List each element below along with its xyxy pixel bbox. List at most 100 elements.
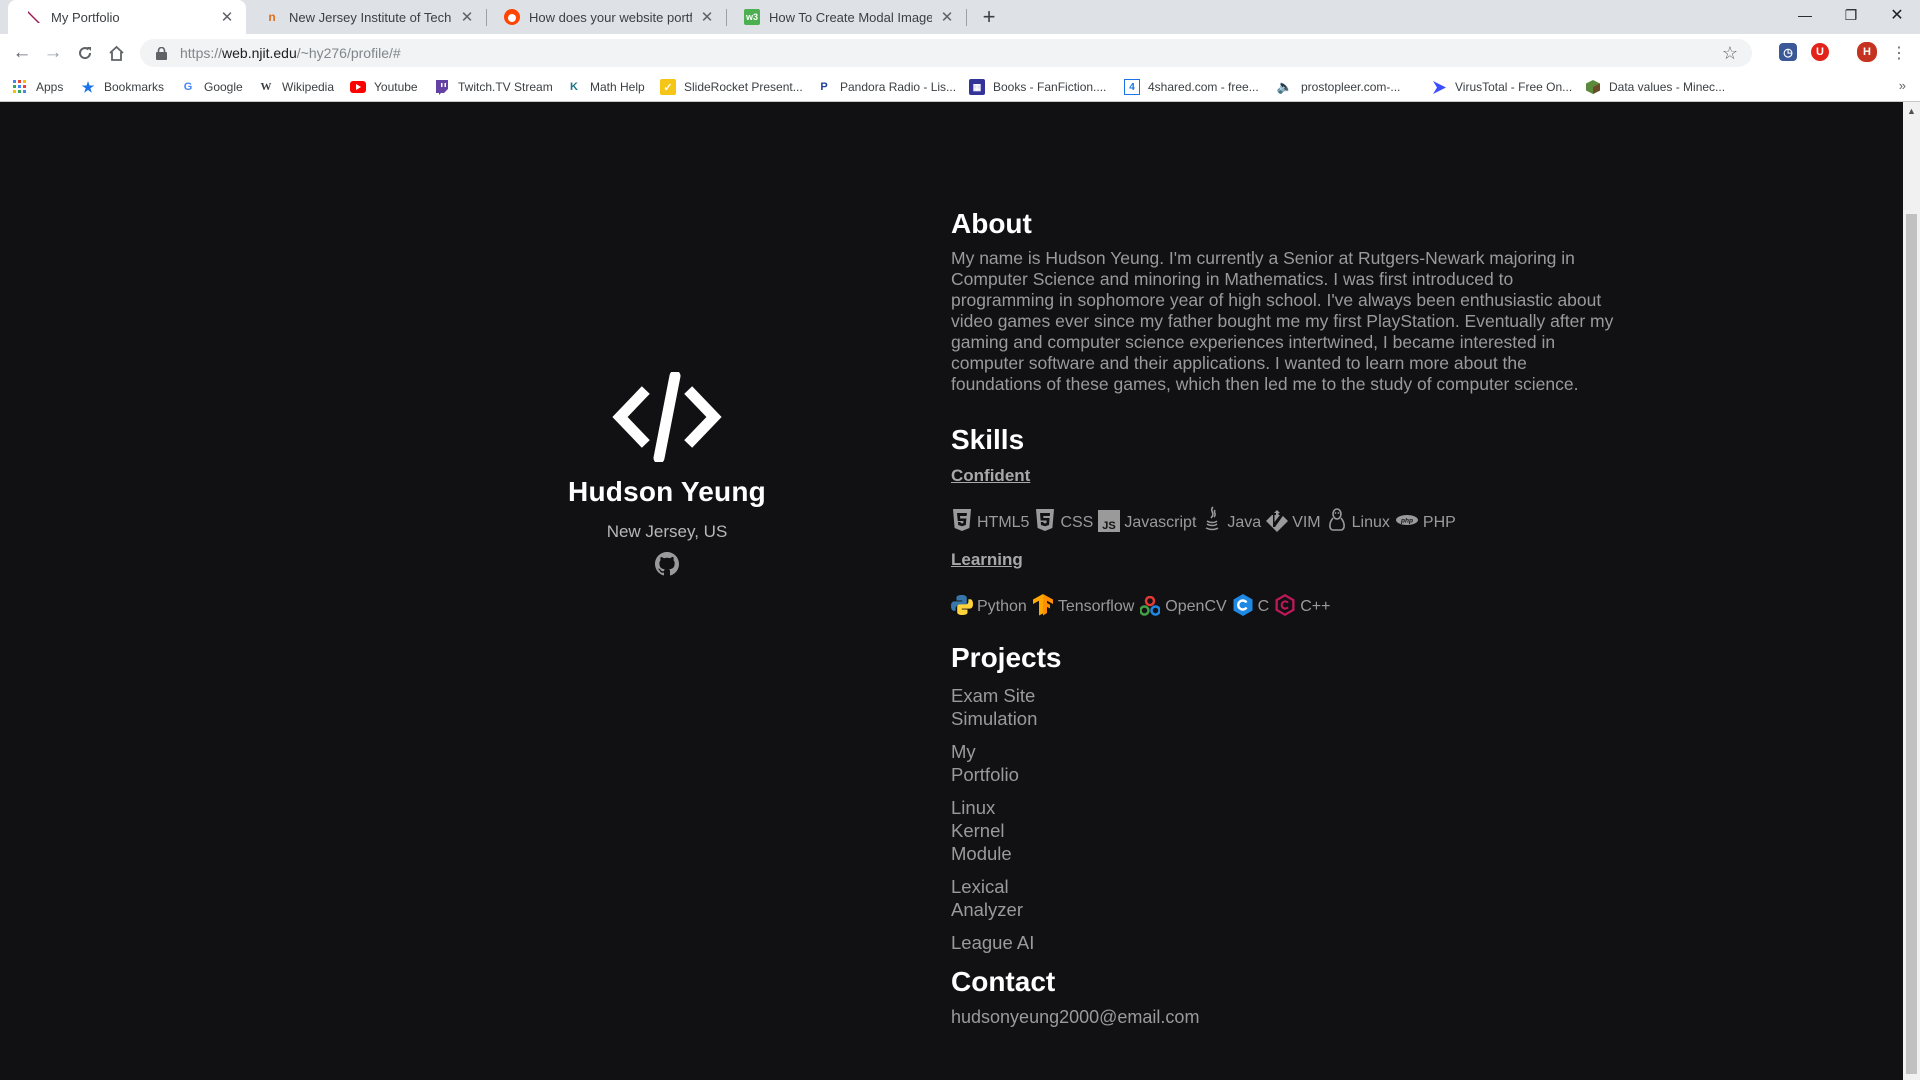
css3-icon (1034, 506, 1056, 532)
tab-reddit[interactable]: How does your website portfolio ✕ (486, 0, 726, 34)
close-icon[interactable]: ✕ (458, 8, 476, 26)
back-button[interactable]: ← (10, 41, 34, 65)
address-bar[interactable]: https://web.njit.edu/~hy276/profile/# ☆ (140, 39, 1752, 67)
skill-label: OpenCV (1165, 598, 1227, 615)
close-icon[interactable]: ✕ (938, 8, 956, 26)
restore-button[interactable]: ❐ (1828, 0, 1874, 30)
contact-email[interactable]: hudsonyeung2000@email.com (951, 1007, 1621, 1028)
bookmark-google[interactable]: G Google (180, 77, 243, 97)
project-link[interactable]: Lexical Analyzer (951, 875, 1031, 921)
bookmark-4shared[interactable]: 4 4shared.com - free... (1124, 77, 1259, 97)
w3schools-icon: w3 (744, 9, 760, 25)
avatar[interactable]: H (1857, 42, 1877, 62)
tab-w3schools[interactable]: w3 How To Create Modal Images ✕ (726, 0, 966, 34)
bookmark-virustotal[interactable]: VirusTotal - Free On... (1431, 77, 1572, 97)
reload-icon (79, 47, 92, 60)
scrollbar-thumb[interactable] (1906, 214, 1917, 1074)
bookmark-label: Math Help (590, 80, 645, 94)
bookmark-prostopleer[interactable]: 🔈 prostopleer.com-... (1277, 77, 1400, 97)
project-link[interactable]: My Portfolio (951, 740, 1019, 786)
menu-kebab-icon[interactable]: ⋮ (1887, 41, 1911, 65)
project-link[interactable]: League AI (951, 931, 1061, 954)
bookmarks-overflow-button[interactable]: » (1899, 78, 1906, 93)
new-tab-button[interactable]: + (977, 4, 1001, 29)
bookmark-label: Youtube (374, 80, 418, 94)
window-close-button[interactable]: ✕ (1874, 0, 1920, 30)
profile-name: Hudson Yeung (568, 476, 766, 507)
browser-toolbar: ← → https://web.njit.edu/~hy276/profile/… (0, 34, 1920, 71)
youtube-icon (350, 79, 366, 95)
profile-card: Hudson Yeung New Jersey, US (482, 370, 852, 576)
bookmark-sliderocket[interactable]: ✓ SlideRocket Present... (660, 77, 803, 97)
bookmark-fanfiction[interactable]: ▦ Books - FanFiction.... (969, 77, 1106, 97)
google-icon: G (183, 81, 193, 93)
bookmark-pandora[interactable]: P Pandora Radio - Lis... (816, 77, 956, 97)
skill-label: C (1257, 598, 1270, 615)
cpp-icon (1274, 590, 1296, 616)
close-icon[interactable]: ✕ (218, 8, 236, 26)
skill-label: Python (977, 598, 1027, 615)
skill-item: Linux (1326, 506, 1390, 532)
tab-njit[interactable]: n New Jersey Institute of Technolog ✕ (246, 0, 486, 34)
skills-heading: Skills (951, 424, 1025, 455)
java-icon (1201, 506, 1223, 532)
project-link[interactable]: Exam Site Simulation (951, 684, 1061, 730)
twitch-icon (434, 79, 450, 95)
bookmark-wikipedia[interactable]: W Wikipedia (258, 77, 335, 97)
forward-button[interactable]: → (41, 41, 65, 65)
learning-link[interactable]: Learning (951, 550, 1023, 570)
url-host: web.njit.edu (222, 45, 297, 61)
skill-label: Javascript (1124, 514, 1197, 531)
bookmarks-bar: Apps ★ Bookmarks G Google W Wikipedia Yo… (0, 71, 1920, 102)
skill-label: HTML5 (977, 514, 1030, 531)
tab-my-portfolio[interactable]: My Portfolio ✕ (8, 0, 246, 34)
svg-text:php: php (1400, 518, 1413, 525)
njit-icon: n (268, 10, 276, 24)
bookmark-youtube[interactable]: Youtube (350, 77, 418, 97)
minimize-button[interactable]: — (1782, 0, 1828, 30)
main-content: About My name is Hudson Yeung. I'm curre… (951, 208, 1621, 1028)
skill-label: C++ (1300, 598, 1331, 615)
projects-list: Exam Site Simulation My Portfolio Linux … (951, 684, 1621, 954)
bookmark-star-icon[interactable]: ☆ (1722, 43, 1738, 64)
bookmark-label: VirusTotal - Free On... (1455, 80, 1573, 94)
scroll-up-arrow-icon[interactable]: ▲ (1903, 102, 1920, 119)
skill-item: php PHP (1395, 506, 1456, 532)
bookmark-bookmarks[interactable]: ★ Bookmarks (80, 77, 164, 97)
skill-label: Java (1227, 514, 1262, 531)
bookmark-label: Apps (36, 80, 64, 94)
html5-icon (951, 506, 973, 532)
projects-heading: Projects (951, 642, 1062, 673)
close-icon[interactable]: ✕ (698, 8, 716, 26)
bookmark-minecraft[interactable]: Data values - Minec... (1585, 77, 1725, 97)
confident-link[interactable]: Confident (951, 466, 1030, 486)
learning-skills-list: Python Tensorflow OpenCV C C++ (951, 590, 1621, 616)
extension-shield-icon[interactable]: U (1811, 43, 1829, 61)
bookmark-label: Pandora Radio - Lis... (840, 80, 957, 94)
home-button[interactable] (104, 41, 128, 65)
javascript-icon: JS (1098, 506, 1121, 532)
fanfiction-icon: ▦ (969, 79, 985, 95)
url-scheme: https:// (180, 45, 223, 61)
page-scrollbar[interactable]: ▲ (1903, 102, 1920, 1080)
portfolio-feather-icon (26, 9, 42, 25)
bookmark-label: prostopleer.com-... (1301, 80, 1401, 94)
khan-icon: K (570, 81, 578, 93)
github-icon[interactable] (655, 552, 679, 576)
skill-item: VIM (1266, 506, 1321, 532)
skill-item: JS Javascript (1098, 506, 1196, 532)
pandora-icon: P (820, 81, 828, 93)
about-heading: About (951, 208, 1032, 239)
bookmark-apps[interactable]: Apps (12, 77, 63, 97)
vim-icon (1266, 506, 1289, 532)
tab-title: New Jersey Institute of Technolog (289, 9, 452, 25)
bookmark-math-help[interactable]: K Math Help (566, 77, 645, 97)
reload-button[interactable] (73, 41, 97, 65)
bookmark-twitch[interactable]: Twitch.TV Stream (434, 77, 553, 97)
extension-clock-icon[interactable]: ◷ (1779, 43, 1797, 61)
reddit-icon (504, 9, 520, 25)
project-link[interactable]: Linux Kernel Module (951, 796, 1012, 865)
bookmark-label: Google (204, 80, 243, 94)
bookmark-label: SlideRocket Present... (684, 80, 803, 94)
skill-item: C++ (1274, 590, 1330, 616)
